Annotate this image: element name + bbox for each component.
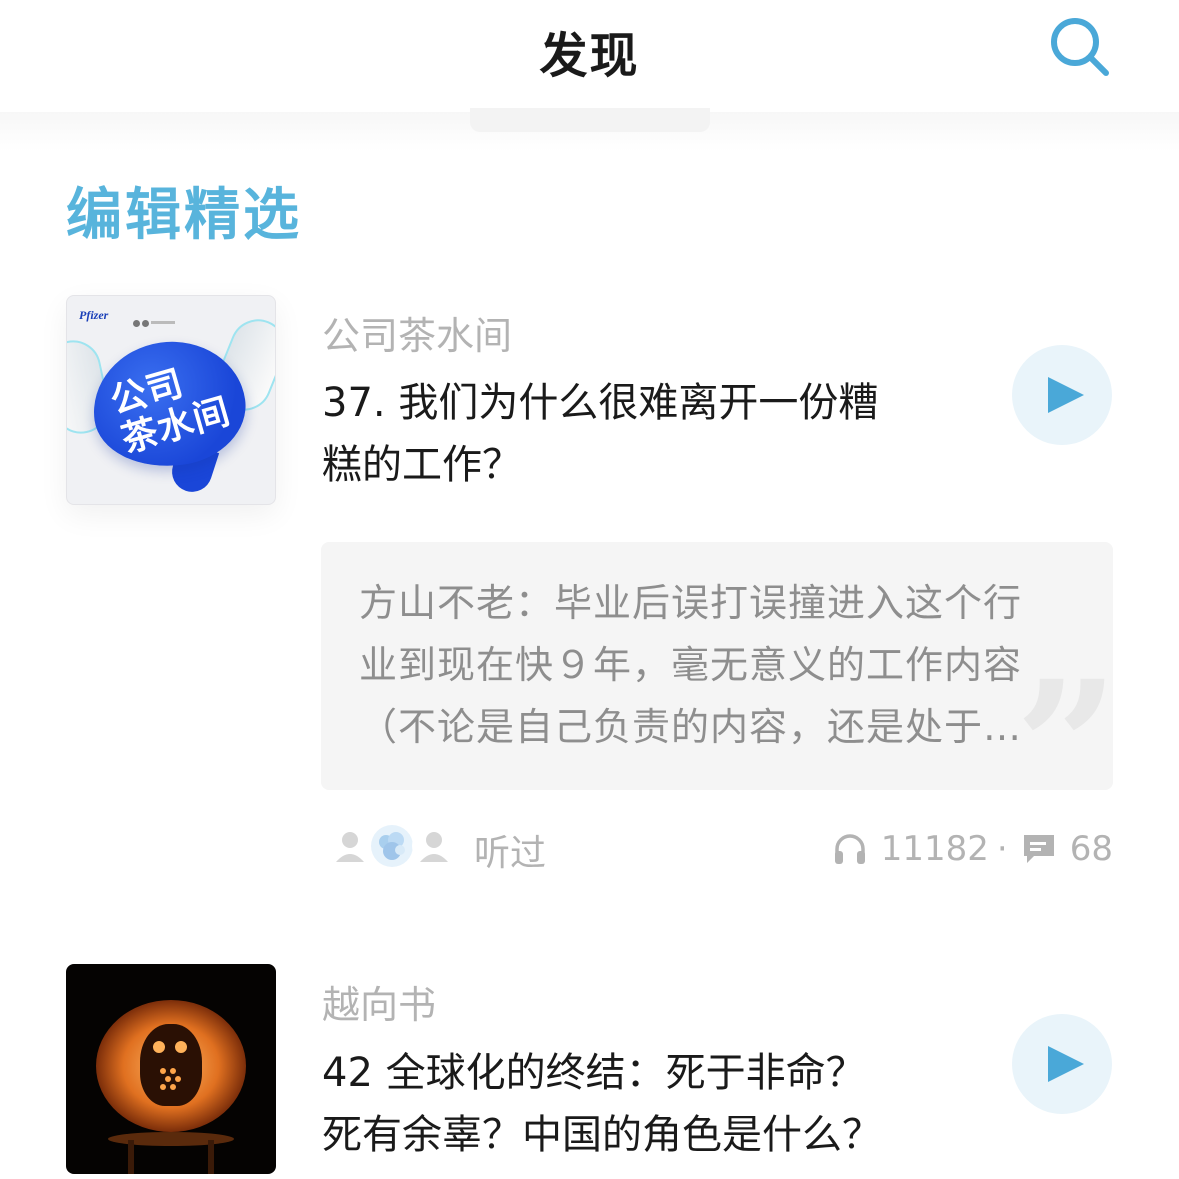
cover-stool [108,1132,234,1146]
cover-brand: Pfizer [79,308,109,322]
comment-line: （不论是自己负责的内容，还是处于… [359,705,1023,749]
comment-count[interactable]: 68 [1070,829,1113,869]
top-bar: 发现 [0,0,1179,112]
page-title: 发现 [539,28,640,84]
play-button[interactable] [1012,1014,1112,1114]
episode-title-line: 37. 我们为什么很难离开一份糟 [322,380,879,426]
episode-title[interactable]: 37. 我们为什么很难离开一份糟 糕的工作？ [322,372,972,496]
owl-eye [172,1038,190,1056]
listener-avatars[interactable] [328,824,456,874]
user-avatar-icon [413,825,455,867]
featured-comment[interactable]: ” 方山不老：毕业后误打误撞进入这个行 业到现在快９年，毫无意义的工作内容 （不… [321,542,1113,790]
user-avatar-icon [371,825,413,867]
search-icon [1051,18,1109,76]
headphones-icon [834,834,865,864]
podcast-cover[interactable]: Pfizer 公司 茶水间 [66,295,276,505]
play-count: 11182 [880,829,989,869]
pull-handle[interactable] [470,108,710,132]
episode-title[interactable]: 42 全球化的终结：死于非命？ 死有余辜？中国的角色是什么？ [322,1042,1002,1166]
avatar [370,824,414,868]
comment-line: 方山不老：毕业后误打误撞进入这个行 [359,581,1023,625]
podcast-cover[interactable] [66,964,276,1174]
search-button[interactable] [1046,14,1114,80]
cover-stool-leg [128,1140,134,1174]
play-icon [1048,1046,1084,1082]
episode-title-line: 死有余辜？中国的角色是什么？ [322,1112,882,1158]
podcast-name[interactable]: 公司茶水间 [322,305,512,360]
cover-decoration [133,312,179,327]
user-avatar-icon [329,825,371,867]
episode-meta: 听过 11182 · 68 [0,818,1179,878]
comment-text: 方山不老：毕业后误打误撞进入这个行 业到现在快９年，毫无意义的工作内容 （不论是… [359,572,1079,758]
avatar [412,824,456,868]
owl-belly [156,1066,186,1092]
play-icon [1048,377,1084,413]
owl-eye [150,1038,168,1056]
play-button[interactable] [1012,345,1112,445]
heard-label: 听过 [474,833,547,874]
comment-icon [1023,835,1054,863]
comment-line: 业到现在快９年，毫无意义的工作内容 [359,643,1023,687]
avatar [328,824,372,868]
episode-title-line: 糕的工作？ [322,442,522,488]
stats-separator: · [996,829,1008,869]
cover-stool-leg [208,1140,214,1174]
episode-title-line: 42 全球化的终结：死于非命？ [322,1050,866,1096]
cover-owl-silhouette [140,1024,202,1106]
podcast-name[interactable]: 越向书 [322,974,436,1029]
section-title-editors-picks: 编辑精选 [66,183,302,248]
episode-stats: 11182 · 68 [833,824,1113,874]
